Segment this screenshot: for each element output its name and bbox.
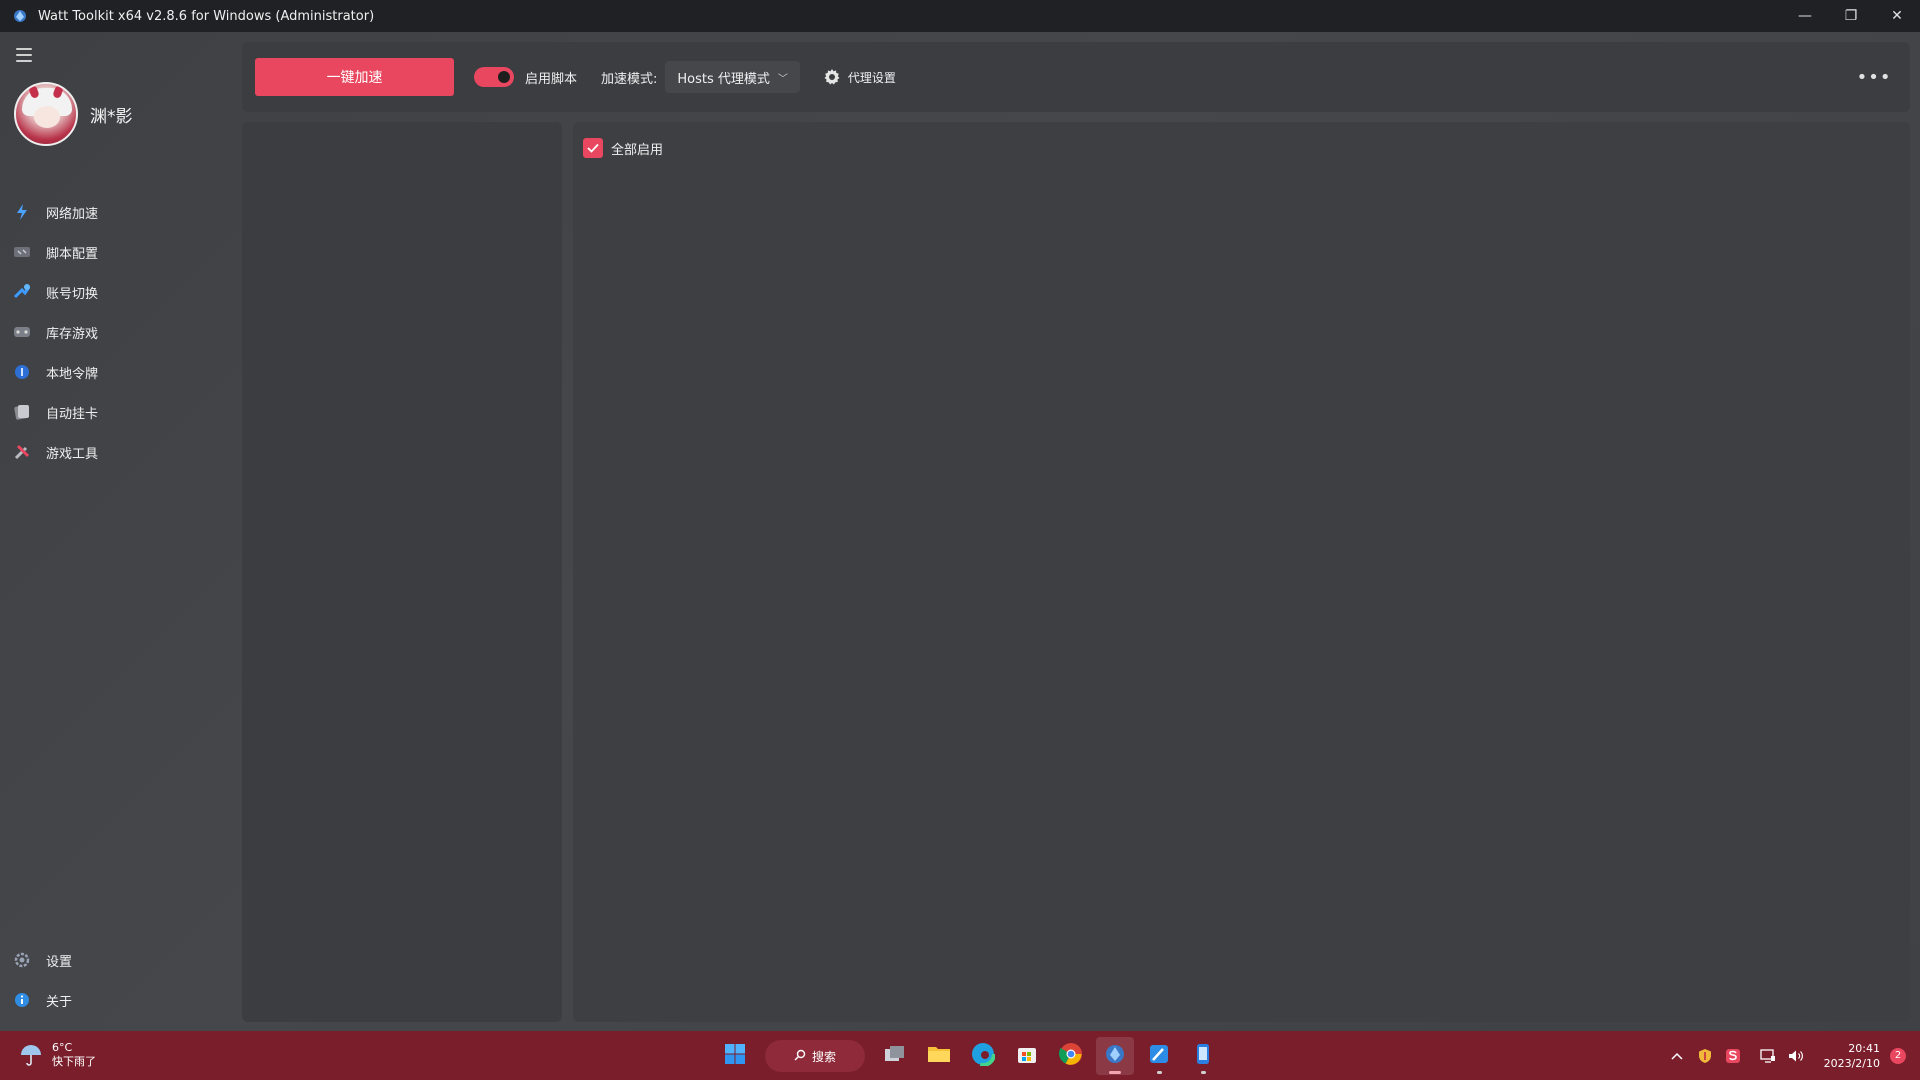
watt-toolkit-icon	[1104, 1043, 1126, 1069]
proxy-settings-button[interactable]: 代理设置	[822, 67, 896, 87]
network-icon[interactable]	[1757, 1045, 1779, 1067]
sidebar-item-network-acceleration[interactable]: 网络加速	[0, 192, 238, 232]
phone-icon	[1194, 1043, 1212, 1069]
chrome-browser-button[interactable]	[1052, 1037, 1090, 1075]
sidebar-item-settings[interactable]: 设置	[0, 940, 238, 980]
enable-all-checkbox[interactable]	[583, 138, 603, 158]
sidebar-item-label: 自动挂卡	[46, 406, 99, 422]
start-button[interactable]	[716, 1037, 754, 1075]
enable-script-toggle[interactable]	[474, 67, 514, 87]
windows-logo-icon	[724, 1043, 746, 1069]
chevron-up-icon[interactable]	[1666, 1045, 1688, 1067]
sidebar-bottom-nav: 设置 关于	[0, 940, 238, 1020]
sidebar-item-auto-card[interactable]: 自动挂卡	[0, 392, 238, 432]
close-button[interactable]: ✕	[1874, 0, 1920, 32]
task-view-icon	[884, 1044, 906, 1068]
sidebar-item-local-token[interactable]: 本地令牌	[0, 352, 238, 392]
script-list-panel	[242, 122, 562, 1022]
sidebar-item-game-tools[interactable]: 游戏工具	[0, 432, 238, 472]
shield-icon[interactable]	[1694, 1045, 1716, 1067]
user-profile[interactable]: 渊*影	[14, 82, 133, 146]
volume-icon[interactable]	[1785, 1045, 1807, 1067]
system-clock[interactable]: 20:41 2023/2/10	[1824, 1041, 1880, 1071]
sidebar-item-about[interactable]: 关于	[0, 980, 238, 1020]
card-icon	[12, 402, 32, 422]
sidebar-item-label: 本地令牌	[46, 366, 99, 382]
chrome-icon	[1059, 1042, 1083, 1070]
sidebar-item-game-library[interactable]: 库存游戏	[0, 312, 238, 352]
acceleration-mode-dropdown[interactable]: Hosts 代理模式 ﹀	[665, 61, 800, 93]
watt-toolkit-taskbar-button[interactable]	[1096, 1037, 1134, 1075]
task-view-button[interactable]	[876, 1037, 914, 1075]
username: 渊*影	[90, 106, 133, 127]
info-icon	[12, 990, 32, 1010]
acceleration-mode-label: 加速模式:	[601, 71, 658, 87]
sidebar-item-label: 脚本配置	[46, 246, 99, 262]
clock-date: 2023/2/10	[1823, 1056, 1880, 1070]
weather-widget[interactable]: 6°C 快下雨了	[18, 1041, 96, 1069]
taskbar-search-button[interactable]: 搜索	[765, 1040, 865, 1072]
search-icon	[794, 1049, 806, 1064]
script-detail-panel: 全部启用	[573, 122, 1910, 1022]
windows-taskbar: 6°C 快下雨了 搜索 20:41 2023/2/10 2	[0, 1031, 1920, 1080]
search-label: 搜索	[811, 1049, 836, 1064]
enable-all-label: 全部启用	[611, 142, 664, 158]
gear-icon	[822, 67, 842, 87]
microsoft-store-button[interactable]	[1008, 1037, 1046, 1075]
rain-cloud-icon	[18, 1042, 44, 1068]
title-bar: Watt Toolkit x64 v2.8.6 for Windows (Adm…	[0, 0, 1920, 32]
file-explorer-button[interactable]	[920, 1037, 958, 1075]
sidebar-item-label: 关于	[46, 994, 73, 1010]
watt-toolkit-app-icon	[12, 8, 28, 24]
menu-toggle-icon[interactable]	[16, 48, 32, 62]
edge-icon	[970, 1041, 996, 1070]
paint-app-button[interactable]	[1140, 1037, 1178, 1075]
game-library-icon	[12, 322, 32, 342]
enable-all-checkbox-row[interactable]: 全部启用	[583, 138, 663, 158]
sidebar-item-label: 游戏工具	[46, 446, 99, 462]
lightning-icon	[12, 202, 32, 222]
proxy-settings-label: 代理设置	[847, 70, 896, 85]
sidebar-item-label: 网络加速	[46, 206, 99, 222]
restore-button[interactable]: ❐	[1828, 0, 1874, 32]
store-icon	[1016, 1043, 1038, 1069]
more-options-icon[interactable]: •••	[1857, 67, 1891, 88]
sidebar: 渊*影 网络加速 脚本配置 账号切换 库存游戏 本地令牌 自动挂卡 游戏工具 设…	[0, 32, 238, 1031]
minimize-button[interactable]: —	[1782, 0, 1828, 32]
sidebar-item-label: 设置	[46, 954, 73, 970]
chevron-down-icon: ﹀	[777, 73, 788, 85]
system-tray: 20:41 2023/2/10 2	[1663, 1031, 1906, 1080]
sidebar-item-label: 账号切换	[46, 286, 99, 302]
script-icon	[12, 242, 32, 262]
window-title: Watt Toolkit x64 v2.8.6 for Windows (Adm…	[38, 8, 375, 24]
paint-icon	[1148, 1043, 1170, 1069]
enable-script-label: 启用脚本	[525, 71, 578, 87]
toolbar: 一键加速 启用脚本 加速模式: Hosts 代理模式 ﹀ 代理设置 •••	[242, 42, 1910, 112]
notification-badge[interactable]: 2	[1890, 1047, 1906, 1064]
gear-icon	[12, 950, 32, 970]
edge-browser-button[interactable]	[964, 1037, 1002, 1075]
sidebar-item-script-config[interactable]: 脚本配置	[0, 232, 238, 272]
acceleration-mode-value: Hosts 代理模式	[677, 71, 770, 87]
app-window: 渊*影 网络加速 脚本配置 账号切换 库存游戏 本地令牌 自动挂卡 游戏工具 设…	[0, 32, 1920, 1031]
clock-time: 20:41	[1848, 1041, 1880, 1055]
weather-description: 快下雨了	[52, 1055, 96, 1068]
one-click-accelerate-button[interactable]: 一键加速	[255, 58, 454, 96]
account-switch-icon	[12, 282, 32, 302]
sidebar-item-label: 库存游戏	[46, 326, 99, 342]
folder-icon	[927, 1044, 951, 1068]
weather-temperature: 6°C	[52, 1041, 73, 1054]
input-method-icon[interactable]	[1722, 1045, 1744, 1067]
tools-icon	[12, 442, 32, 462]
sidebar-item-account-switch[interactable]: 账号切换	[0, 272, 238, 312]
phone-link-button[interactable]	[1184, 1037, 1222, 1075]
avatar[interactable]	[14, 82, 78, 146]
token-icon	[12, 362, 32, 382]
taskbar-center: 搜索	[713, 1037, 1225, 1075]
sidebar-nav: 网络加速 脚本配置 账号切换 库存游戏 本地令牌 自动挂卡 游戏工具	[0, 192, 238, 472]
